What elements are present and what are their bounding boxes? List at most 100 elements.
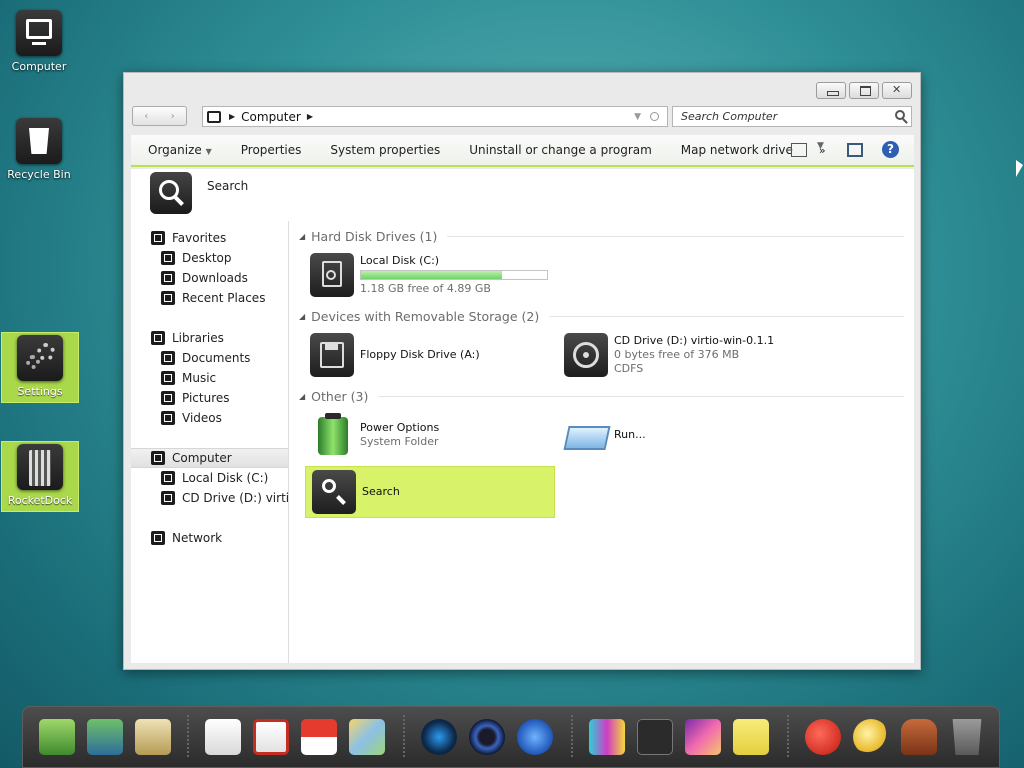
preview-pane-icon[interactable]	[847, 143, 863, 157]
back-arrow-icon[interactable]: ‹	[144, 111, 148, 122]
uninstall-program-button[interactable]: Uninstall or change a program	[469, 143, 652, 157]
nav-favorites[interactable]: Favorites	[151, 229, 226, 247]
address-dropdown-icon[interactable]: ▼	[634, 112, 641, 122]
desktop-icon-label: Settings	[17, 385, 63, 398]
desktop-icon-computer[interactable]: Computer	[0, 10, 78, 73]
item-search[interactable]: Search	[305, 466, 555, 518]
nav-downloads[interactable]: Downloads	[161, 269, 248, 287]
minimize-button[interactable]	[816, 82, 846, 99]
item-name: Run...	[614, 428, 646, 441]
dock-globe-icon[interactable]	[87, 719, 123, 755]
view-options-icon[interactable]	[791, 143, 807, 157]
map-network-drive-button[interactable]: Map network drive	[681, 143, 793, 157]
disk-icon	[161, 471, 175, 485]
desktop-icon-label: Computer	[11, 60, 67, 73]
nav-computer[interactable]: Computer	[131, 448, 288, 468]
search-placeholder: Search Computer	[681, 110, 778, 123]
group-hard-disk-drives[interactable]: ◢ Hard Disk Drives (1)	[290, 227, 904, 245]
search-icon[interactable]	[895, 110, 905, 120]
dock-play-store-icon[interactable]	[205, 719, 241, 755]
breadcrumb-arrow-icon[interactable]: ▶	[307, 112, 313, 121]
dock-separator	[187, 715, 189, 759]
run-icon	[563, 413, 611, 457]
cd-icon	[161, 491, 175, 505]
dock-folder-icon[interactable]	[135, 719, 171, 755]
dock-speaker-icon[interactable]	[469, 719, 505, 755]
dock-trash-icon[interactable]	[952, 719, 982, 755]
nav-documents[interactable]: Documents	[161, 349, 250, 367]
disk-usage-fill	[361, 271, 503, 279]
content-area: Search Favorites Desktop Downloads Recen…	[131, 169, 914, 663]
document-icon	[161, 351, 175, 365]
system-properties-button[interactable]: System properties	[330, 143, 440, 157]
group-removable-storage[interactable]: ◢ Devices with Removable Storage (2)	[290, 307, 904, 325]
close-button[interactable]	[882, 82, 912, 99]
properties-button[interactable]: Properties	[241, 143, 302, 157]
dock-separator	[403, 715, 405, 759]
dock-separator	[571, 715, 573, 759]
network-icon	[151, 531, 165, 545]
view-dropdown-icon[interactable]: ▼	[817, 141, 824, 151]
search-input[interactable]: Search Computer	[672, 106, 912, 127]
forward-arrow-icon[interactable]: ›	[171, 111, 175, 122]
group-label: Other (3)	[311, 388, 369, 404]
refresh-icon[interactable]	[650, 112, 659, 121]
desktop-icon-recycle-bin[interactable]: Recycle Bin	[0, 118, 78, 181]
item-filesystem: CDFS	[614, 362, 644, 375]
nav-local-disk[interactable]: Local Disk (C:)	[161, 469, 268, 487]
dock-camera-icon[interactable]	[421, 719, 457, 755]
dock-browser-icon[interactable]	[517, 719, 553, 755]
dock-notes-icon[interactable]	[733, 719, 769, 755]
collapse-icon: ◢	[299, 391, 306, 401]
dock-youtube-icon[interactable]	[301, 719, 337, 755]
music-icon	[161, 371, 175, 385]
item-name: Power Options	[360, 421, 440, 434]
explorer-window: ‹ › ▶ Computer ▶ ▼ Search Computer Organ…	[123, 72, 921, 670]
nav-videos[interactable]: Videos	[161, 409, 222, 427]
dock-gmail-icon[interactable]	[253, 719, 289, 755]
item-free-space: 1.18 GB free of 4.89 GB	[360, 282, 491, 295]
maximize-button[interactable]	[849, 82, 879, 99]
item-cd-drive[interactable]: CD Drive (D:) virtio-win-0.1.1 0 bytes f…	[564, 333, 774, 377]
item-name: Local Disk (C:)	[360, 254, 440, 267]
desktop-icon	[161, 251, 175, 265]
nav-music[interactable]: Music	[161, 369, 216, 387]
dock-calculator-icon[interactable]	[637, 719, 673, 755]
command-bar: Organize ▼ Properties System properties …	[131, 135, 914, 167]
desktop-icon-settings[interactable]: Settings	[1, 332, 79, 403]
nav-cd-drive[interactable]: CD Drive (D:) virtio-w	[161, 489, 288, 507]
desktop-icon-rocketdock[interactable]: RocketDock	[1, 441, 79, 512]
dock-weather-icon[interactable]	[853, 719, 889, 755]
rocketdock-bar	[22, 706, 1000, 768]
dock-angry-birds-icon[interactable]	[805, 719, 841, 755]
dock-android-icon[interactable]	[901, 719, 937, 755]
navigation-pane: Favorites Desktop Downloads Recent Place…	[131, 221, 289, 663]
disk-usage-bar	[360, 270, 548, 280]
address-bar[interactable]: ▶ Computer ▶ ▼	[202, 106, 668, 127]
nav-recent-places[interactable]: Recent Places	[161, 289, 265, 307]
dock-maps-icon[interactable]	[349, 719, 385, 755]
dock-image-viewer-icon[interactable]	[39, 719, 75, 755]
breadcrumb-arrow-icon[interactable]: ▶	[229, 112, 235, 121]
item-floppy-drive[interactable]: Floppy Disk Drive (A:)	[310, 333, 480, 377]
item-run[interactable]: Run...	[563, 413, 646, 457]
search-header-label: Search	[207, 179, 249, 193]
item-type: System Folder	[360, 435, 439, 448]
hard-disk-icon	[310, 253, 354, 297]
breadcrumb-computer[interactable]: Computer	[241, 110, 301, 124]
group-other[interactable]: ◢ Other (3)	[290, 387, 904, 405]
back-forward-buttons[interactable]: ‹ ›	[132, 106, 187, 126]
nav-desktop[interactable]: Desktop	[161, 249, 232, 267]
dock-color-icon[interactable]	[589, 719, 625, 755]
item-power-options[interactable]: Power Options System Folder	[310, 413, 439, 457]
dock-gallery-icon[interactable]	[685, 719, 721, 755]
item-name: Search	[362, 485, 400, 498]
item-local-disk[interactable]: Local Disk (C:) 1.18 GB free of 4.89 GB	[310, 253, 548, 297]
nav-pictures[interactable]: Pictures	[161, 389, 230, 407]
nav-libraries[interactable]: Libraries	[151, 329, 224, 347]
title-bar[interactable]	[124, 73, 920, 103]
mouse-cursor	[1016, 160, 1023, 177]
organize-button[interactable]: Organize ▼	[148, 143, 212, 157]
help-icon[interactable]: ?	[882, 141, 899, 158]
nav-network[interactable]: Network	[151, 529, 222, 547]
